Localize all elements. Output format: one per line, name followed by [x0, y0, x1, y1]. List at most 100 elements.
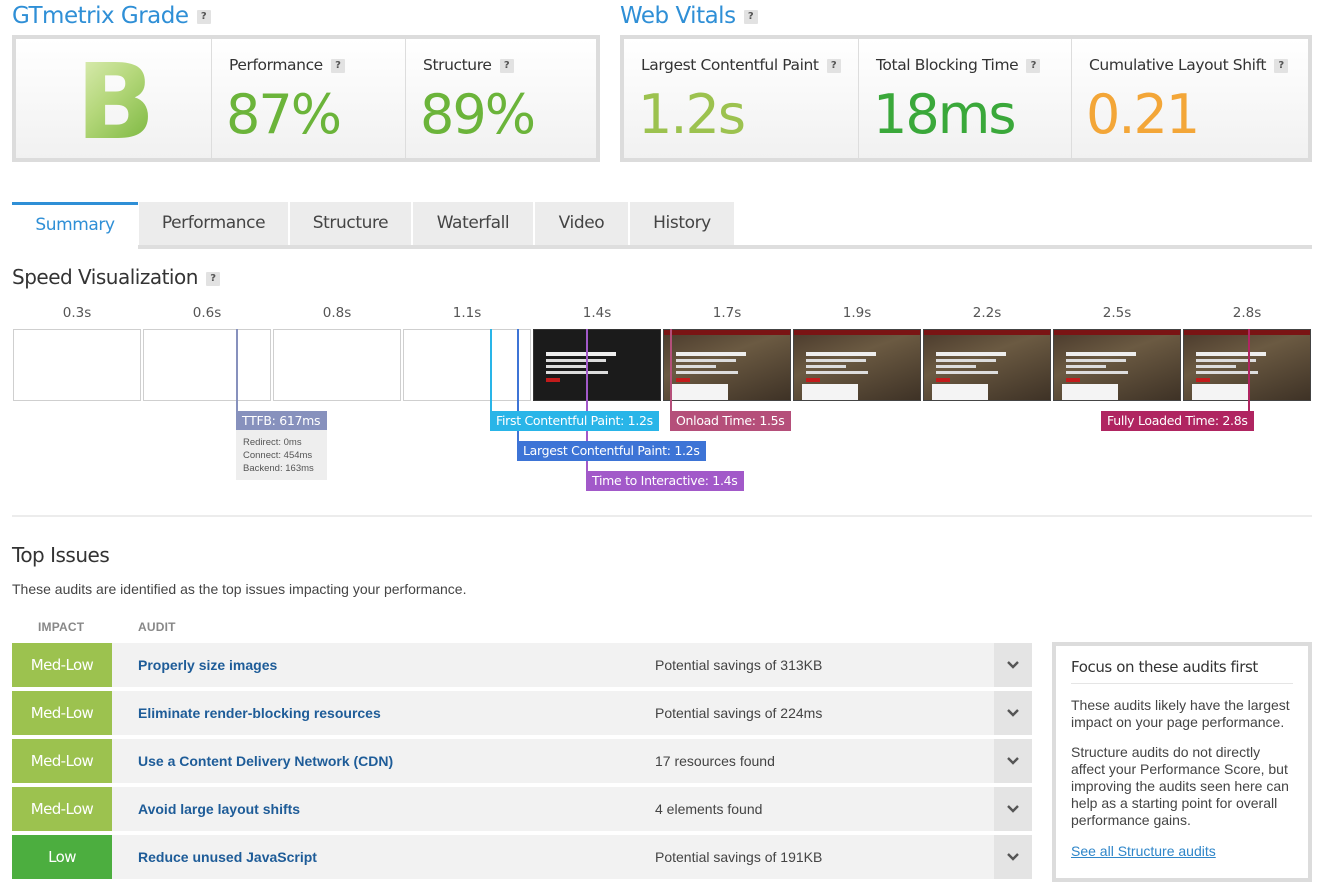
chevron-down-icon [1007, 661, 1019, 669]
chevron-down-icon [1007, 757, 1019, 765]
chevron-down-icon [1007, 709, 1019, 717]
audit-row[interactable]: Low Reduce unused JavaScript Potential s… [12, 835, 1032, 879]
audit-name[interactable]: Reduce unused JavaScript [138, 835, 317, 879]
impact-badge: Low [12, 835, 112, 879]
performance-score: Performance? 87% [212, 39, 406, 158]
impact-badge: Med-Low [12, 643, 112, 687]
filmstrip-frame[interactable] [13, 329, 141, 401]
audit-name[interactable]: Properly size images [138, 643, 277, 687]
vitals-card: Largest Contentful Paint? 1.2s Total Blo… [620, 35, 1312, 162]
help-icon[interactable]: ? [499, 58, 514, 73]
expand-row-button[interactable] [994, 835, 1032, 879]
grade-letter: B [76, 41, 156, 163]
tab-summary[interactable]: Summary [12, 202, 138, 249]
tab-performance[interactable]: Performance [139, 202, 289, 245]
grade-letter-cell: B [16, 39, 212, 163]
issues-title: Top Issues [12, 543, 110, 567]
focus-title: Focus on these audits first [1071, 658, 1293, 684]
report-tabs: Summary Performance Structure Waterfall … [12, 202, 1312, 249]
help-icon[interactable]: ? [743, 9, 758, 24]
grade-card: B Performance? 87% Structure? 89% [12, 35, 600, 163]
tick-label: 2.2s [972, 305, 1002, 321]
audit-name[interactable]: Avoid large layout shifts [138, 787, 300, 831]
help-icon[interactable]: ? [1026, 58, 1041, 73]
filmstrip-frame[interactable] [923, 329, 1051, 401]
filmstrip-frame[interactable] [403, 329, 531, 401]
tab-structure[interactable]: Structure [290, 202, 412, 245]
chevron-down-icon [1007, 853, 1019, 861]
tab-video[interactable]: Video [535, 202, 629, 245]
ttfb-marker-line [236, 329, 238, 411]
impact-badge: Med-Low [12, 691, 112, 735]
chevron-down-icon [1007, 805, 1019, 813]
audit-savings: Potential savings of 224ms [655, 705, 823, 721]
fully-loaded-marker-line [1248, 329, 1250, 411]
tti-label: Time to Interactive: 1.4s [586, 471, 744, 491]
filmstrip-frame[interactable] [533, 329, 661, 401]
tick-label: 2.8s [1232, 305, 1262, 321]
tick-label: 0.6s [192, 305, 222, 321]
filmstrip-frame[interactable] [1183, 329, 1311, 401]
help-icon[interactable]: ? [330, 58, 345, 73]
fcp-marker-line [490, 329, 492, 411]
filmstrip-frame[interactable] [663, 329, 791, 401]
tick-label: 1.7s [712, 305, 742, 321]
cls-value: 0.21 [1086, 83, 1200, 146]
tbt-value: 18ms [873, 83, 1016, 146]
help-icon[interactable]: ? [196, 9, 211, 24]
audit-savings: 17 resources found [655, 753, 775, 769]
structure-score: Structure? 89% [420, 56, 536, 146]
impact-column-header: IMPACT [38, 620, 85, 634]
tbt-metric: Total Blocking Time? 18ms [859, 39, 1072, 158]
filmstrip-frame[interactable] [143, 329, 271, 401]
onload-label: Onload Time: 1.5s [670, 411, 791, 431]
lcp-value: 1.2s [638, 83, 746, 146]
tick-label: 1.1s [452, 305, 482, 321]
focus-audits-panel: Focus on these audits first These audits… [1052, 642, 1312, 882]
expand-row-button[interactable] [994, 643, 1032, 687]
lcp-metric: Largest Contentful Paint? 1.2s [624, 39, 859, 158]
help-icon[interactable]: ? [826, 58, 841, 73]
tick-label: 2.5s [1102, 305, 1132, 321]
filmstrip-frame[interactable] [273, 329, 401, 401]
expand-row-button[interactable] [994, 691, 1032, 735]
see-structure-audits-link[interactable]: See all Structure audits [1071, 843, 1293, 859]
tick-label: 0.3s [62, 305, 92, 321]
expand-row-button[interactable] [994, 739, 1032, 783]
tick-label: 1.4s [582, 305, 612, 321]
audit-column-header: AUDIT [138, 620, 176, 634]
audit-row[interactable]: Med-Low Avoid large layout shifts 4 elem… [12, 787, 1032, 831]
lcp-label: Largest Contentful Paint: 1.2s [517, 441, 706, 461]
structure-value: 89% [420, 83, 536, 146]
ttfb-breakdown: Redirect: 0ms Connect: 454ms Backend: 16… [236, 430, 327, 480]
focus-text: These audits likely have the largest imp… [1071, 697, 1290, 730]
audit-name[interactable]: Use a Content Delivery Network (CDN) [138, 739, 393, 783]
expand-row-button[interactable] [994, 787, 1032, 831]
ttfb-label: TTFB: 617ms [236, 411, 327, 431]
impact-badge: Med-Low [12, 739, 112, 783]
tick-label: 1.9s [842, 305, 872, 321]
focus-text: Structure audits do not directly affect … [1071, 744, 1289, 828]
tab-waterfall[interactable]: Waterfall [413, 202, 534, 245]
section-divider [12, 515, 1312, 517]
help-icon[interactable]: ? [1274, 58, 1289, 73]
audit-row[interactable]: Med-Low Eliminate render-blocking resour… [12, 691, 1032, 735]
grade-title: GTmetrix Grade? [12, 3, 211, 29]
performance-value: 87% [226, 83, 342, 146]
issues-subtitle: These audits are identified as the top i… [12, 581, 467, 597]
cls-metric: Cumulative Layout Shift? 0.21 [1072, 39, 1308, 158]
help-icon[interactable]: ? [205, 271, 220, 286]
audit-row[interactable]: Med-Low Use a Content Delivery Network (… [12, 739, 1032, 783]
fcp-label: First Contentful Paint: 1.2s [490, 411, 659, 431]
filmstrip-frame[interactable] [793, 329, 921, 401]
tab-history[interactable]: History [630, 202, 735, 245]
filmstrip-frame[interactable] [1053, 329, 1181, 401]
vitals-title: Web Vitals? [620, 3, 758, 29]
audit-row[interactable]: Med-Low Properly size images Potential s… [12, 643, 1032, 687]
audit-name[interactable]: Eliminate render-blocking resources [138, 691, 381, 735]
audit-savings: Potential savings of 313KB [655, 657, 823, 673]
speed-title: Speed Visualization? [12, 265, 220, 289]
fully-loaded-label: Fully Loaded Time: 2.8s [1101, 411, 1254, 431]
audit-savings: Potential savings of 191KB [655, 849, 823, 865]
audit-savings: 4 elements found [655, 801, 763, 817]
